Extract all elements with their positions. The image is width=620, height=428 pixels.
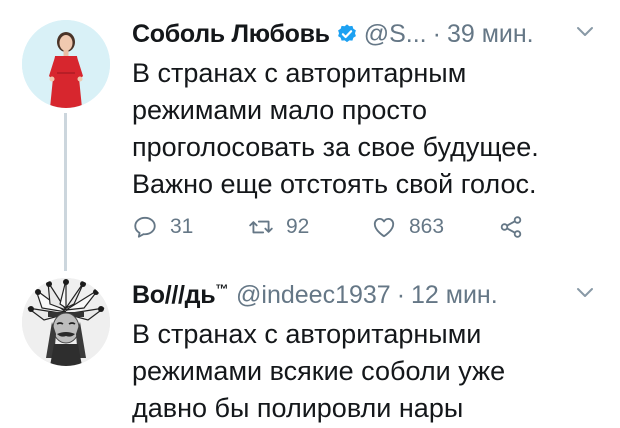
- reply-icon: [134, 216, 156, 238]
- tweet-text-line: давно бы полировли нары: [132, 393, 464, 423]
- tweet[interactable]: Во///дь™ @indeec1937 · 12 мин. В странах…: [0, 275, 620, 428]
- avatar-woman-red-dress-image: [22, 20, 110, 108]
- heart-icon: [373, 217, 395, 238]
- like-button[interactable]: 863: [371, 214, 498, 240]
- tweet-timestamp[interactable]: 12 мин.: [411, 281, 498, 310]
- like-count: 863: [409, 215, 445, 238]
- tweet[interactable]: Соболь Любовь @S... · 39 мин. В странах …: [0, 0, 620, 275]
- reply-count: 31: [170, 215, 194, 238]
- chevron-down-icon[interactable]: [576, 287, 594, 299]
- trademark-mark: ™: [215, 281, 229, 297]
- author-name-text: Во///дь: [132, 280, 216, 309]
- share-button[interactable]: [498, 214, 536, 240]
- tweet-text-line: проголосовать за свое будущее.: [132, 132, 539, 162]
- tweet-actions: 31 92 863: [132, 212, 536, 242]
- author-name[interactable]: Во///дь™: [132, 281, 228, 310]
- retweet-count: 92: [286, 215, 310, 238]
- tweet-text-line: Важно еще отстоять свой голос.: [132, 169, 537, 199]
- tweet-text-line: В странах с авторитарным: [132, 58, 467, 88]
- separator-dot: ·: [432, 19, 441, 48]
- retweet-button[interactable]: 92: [248, 214, 371, 240]
- tweet-timestamp[interactable]: 39 мин.: [447, 20, 534, 49]
- avatar[interactable]: [22, 20, 110, 108]
- separator-dot: ·: [396, 280, 406, 309]
- avatar[interactable]: [22, 278, 110, 366]
- avatar-headdress-portrait-image: [22, 278, 110, 366]
- share-icon: [500, 216, 522, 238]
- reply-button[interactable]: 31: [132, 214, 248, 240]
- thread-connector-line: [64, 113, 67, 271]
- tweet-text: В странах с авторитарными режимами всяки…: [132, 316, 608, 427]
- tweet-text-line: В странах с авторитарными: [132, 319, 482, 349]
- tweet-text: В странах с авторитарным режимами мало п…: [132, 55, 608, 203]
- verified-badge-icon: [337, 24, 356, 43]
- tweet-text-line: режимами всякие соболи уже: [132, 356, 506, 386]
- chevron-down-icon[interactable]: [576, 26, 594, 38]
- author-handle[interactable]: @S...: [364, 20, 427, 49]
- tweet-text-line: режимами мало просто: [132, 95, 427, 125]
- retweet-icon: [249, 220, 273, 234]
- author-handle[interactable]: @indeec1937: [236, 281, 391, 310]
- author-name[interactable]: Соболь Любовь: [132, 20, 330, 49]
